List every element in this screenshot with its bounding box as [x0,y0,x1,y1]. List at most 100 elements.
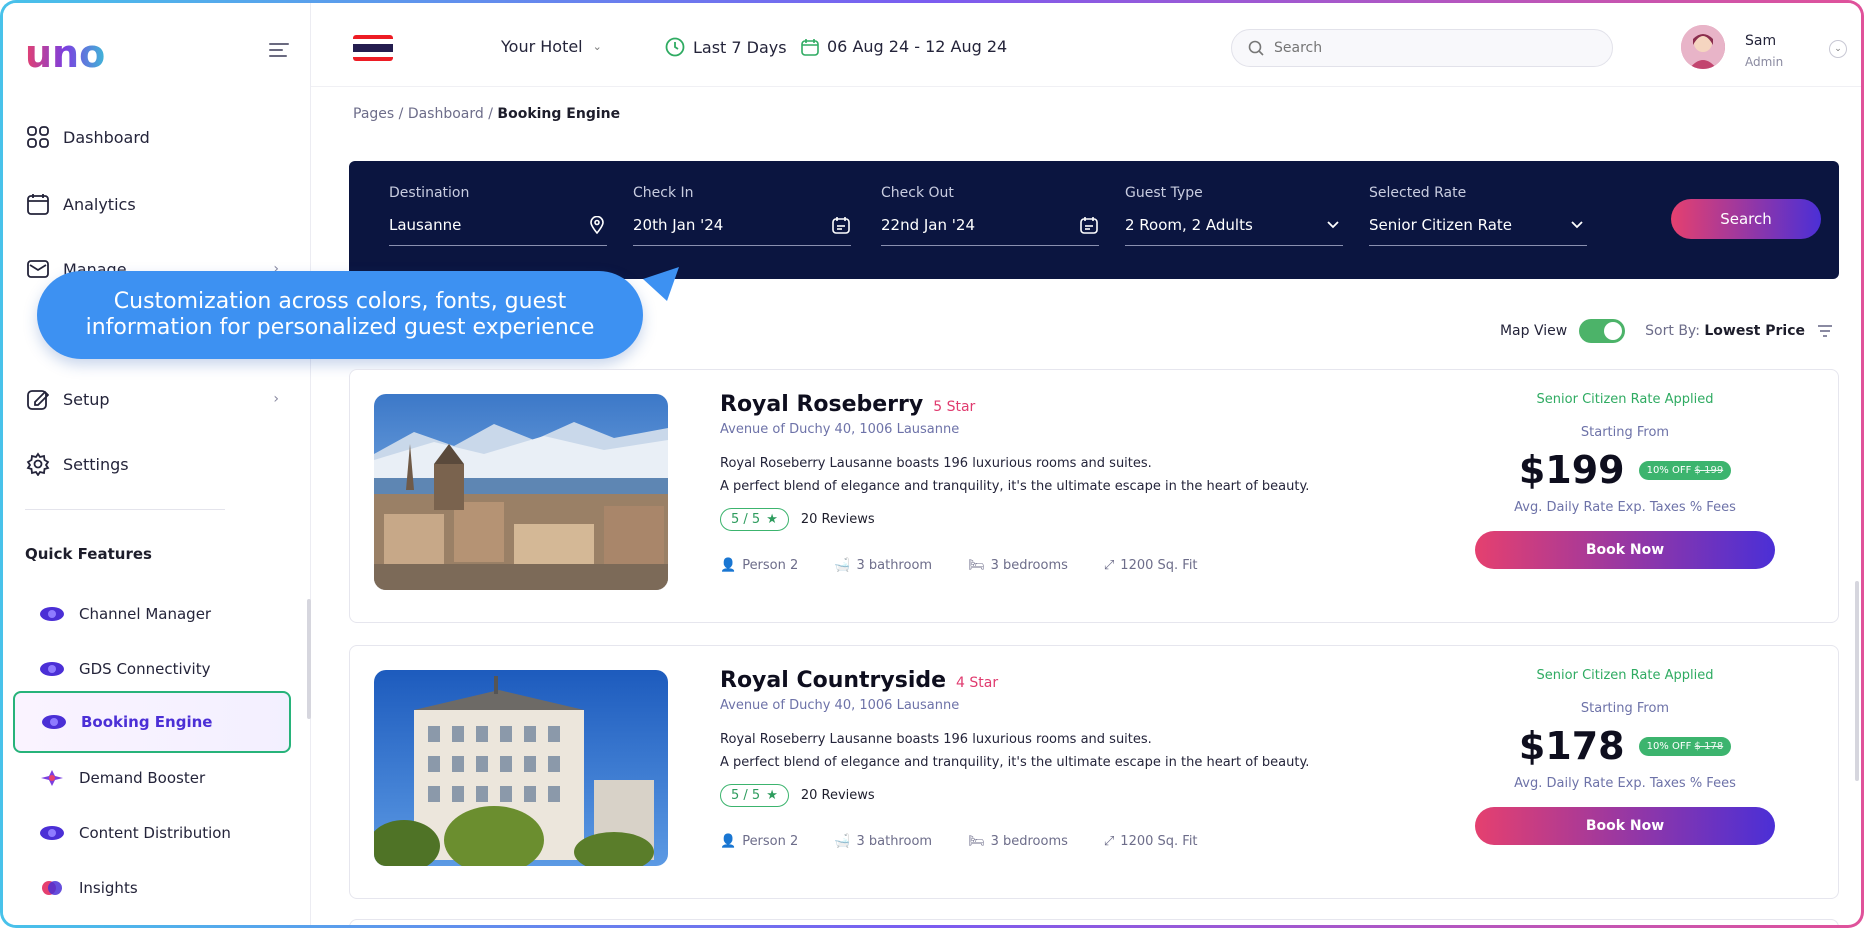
sidebar-scrollbar[interactable] [307,599,311,719]
location-pin-icon [587,215,607,235]
booking-search-panel: Destination Lausanne Check In 20th Jan '… [349,161,1839,279]
starting-from: Starting From [1580,425,1670,440]
quick-item-channel-manager[interactable]: Channel Manager [13,583,291,645]
amenity-bed: 🛏 3 bedrooms [968,558,1068,573]
hotel-rating: 5 / 5 ★ 20 Reviews [720,508,875,531]
hotel-photo[interactable] [374,394,668,590]
review-count[interactable]: 20 Reviews [801,512,875,527]
feature-insights-icon [42,881,62,895]
sidebar-item-setup[interactable]: Setup › [25,379,289,419]
hotel-selector-label: Your Hotel [501,37,583,56]
breadcrumb-dashboard[interactable]: Dashboard [408,106,484,122]
rate-label: Selected Rate [1369,185,1467,201]
hotel-card: Royal Countryside 4 Star Avenue of Duchy … [349,645,1839,899]
mail-icon [25,256,51,282]
destination-value: Lausanne [389,216,462,234]
chevron-down-icon [1323,215,1343,235]
hotel-photo[interactable] [374,670,668,866]
hotel-stars: 4 Star [956,675,999,691]
amenity-person: 👤 Person 2 [720,834,799,849]
destination-label: Destination [389,185,470,201]
rate-value: Senior Citizen Rate [1369,216,1512,234]
feature-callout: Customization across colors, fonts, gues… [37,271,643,359]
sidebar-item-settings[interactable]: Settings [25,444,289,484]
book-now-button[interactable]: Book Now [1475,531,1775,569]
quick-item-label: Content Distribution [79,824,231,842]
amenities: 👤 Person 2 🛁 3 bathroom 🛏 3 bedrooms ⤢ 1200 … [720,558,1198,573]
rating-badge: 5 / 5 ★ [720,508,789,531]
bathtub-icon: 🛁 [834,558,851,573]
amenity-bed: 🛏 3 bedrooms [968,834,1068,849]
main-scrollbar[interactable] [1855,581,1859,781]
guest-type-field[interactable]: Guest Type 2 Room, 2 Adults [1125,185,1343,246]
bed-icon: 🛏 [968,558,985,573]
book-now-button[interactable]: Book Now [1475,807,1775,845]
checkout-field[interactable]: Check Out 22nd Jan '24 [881,185,1099,246]
chevron-down-icon [1567,215,1587,235]
calendar-icon [801,38,819,56]
breadcrumb-pages[interactable]: Pages [353,106,394,122]
sidebar-item-label: Setup [63,389,110,409]
edit-icon [25,386,51,412]
amenity-area: ⤢ 1200 Sq. Fit [1103,834,1198,849]
sidebar-item-label: Dashboard [63,127,150,147]
quick-item-booking-engine[interactable]: Booking Engine [13,691,291,753]
search-input[interactable] [1274,40,1574,56]
price: $178 [1518,724,1625,768]
feature-eye-icon [40,607,64,621]
price: $199 [1518,448,1625,492]
menu-toggle-icon[interactable] [269,43,289,61]
price-note: Avg. Daily Rate Exp. Taxes % Fees [1514,776,1736,791]
amenity-bath: 🛁 3 bathroom [834,834,933,849]
thailand-flag-icon[interactable] [353,35,393,61]
uno-logo[interactable]: uno [25,33,125,77]
starting-from: Starting From [1580,701,1670,716]
quick-item-demand-booster[interactable]: Demand Booster [13,747,291,809]
hotel-selector[interactable]: Your Hotel ⌄ [501,37,602,56]
feature-star-icon [41,770,63,786]
sidebar-item-dashboard[interactable]: Dashboard [25,117,289,157]
chevron-right-icon: › [273,391,279,407]
sort-value: Lowest Price [1704,323,1805,339]
chevron-down-icon: ⌄ [592,40,602,53]
callout-line-2: information for personalized guest exper… [85,315,595,340]
hotel-name[interactable]: Royal Countryside 4 Star [720,668,998,693]
feature-eye-icon [42,715,66,729]
sidebar-item-label: Settings [63,454,129,474]
discount-badge: 10% OFF $ 199 [1638,460,1732,480]
date-range-picker[interactable]: 06 Aug 24 - 12 Aug 24 [801,37,1007,56]
filter-icon[interactable] [1817,324,1833,338]
expand-icon: ⤢ [1103,558,1115,573]
sidebar-item-analytics[interactable]: Analytics [25,184,289,224]
quick-item-content-distribution[interactable]: Content Distribution [13,802,291,864]
amenity-area: ⤢ 1200 Sq. Fit [1103,558,1198,573]
guest-type-label: Guest Type [1125,185,1203,201]
pricing-panel: Senior Citizen Rate Applied Starting Fro… [1440,668,1810,845]
review-count[interactable]: 20 Reviews [801,788,875,803]
destination-field[interactable]: Destination Lausanne [389,185,607,246]
amenity-bath: 🛁 3 bathroom [834,558,933,573]
search-button[interactable]: Search [1671,199,1821,239]
map-view-toggle[interactable] [1579,319,1626,343]
rate-field[interactable]: Selected Rate Senior Citizen Rate [1369,185,1587,246]
hotel-description: Royal Roseberry Lausanne boasts 196 luxu… [720,456,1310,494]
sort-by[interactable]: Sort By: Lowest Price [1645,323,1805,339]
calendar-icon [25,191,51,217]
calendar-icon [1079,215,1099,235]
user-menu-chevron-icon[interactable]: ⌄ [1829,40,1847,58]
checkin-field[interactable]: Check In 20th Jan '24 [633,185,851,246]
star-icon: ★ [766,512,778,527]
results-toolbar: Map View Sort By: Lowest Price [1500,319,1833,343]
global-search[interactable] [1231,29,1613,67]
hotel-card-partial [349,919,1839,925]
feature-eye-icon [40,826,64,840]
hotel-name[interactable]: Royal Roseberry 5 Star [720,392,975,417]
period-selector[interactable]: Last 7 Days [665,37,787,57]
breadcrumb-current: Booking Engine [497,106,621,122]
expand-icon: ⤢ [1103,834,1115,849]
quick-item-label: GDS Connectivity [79,660,211,678]
avatar[interactable] [1681,25,1725,69]
quick-item-insights[interactable]: Insights [13,857,291,919]
checkout-value: 22nd Jan '24 [881,216,975,234]
checkin-value: 20th Jan '24 [633,216,724,234]
